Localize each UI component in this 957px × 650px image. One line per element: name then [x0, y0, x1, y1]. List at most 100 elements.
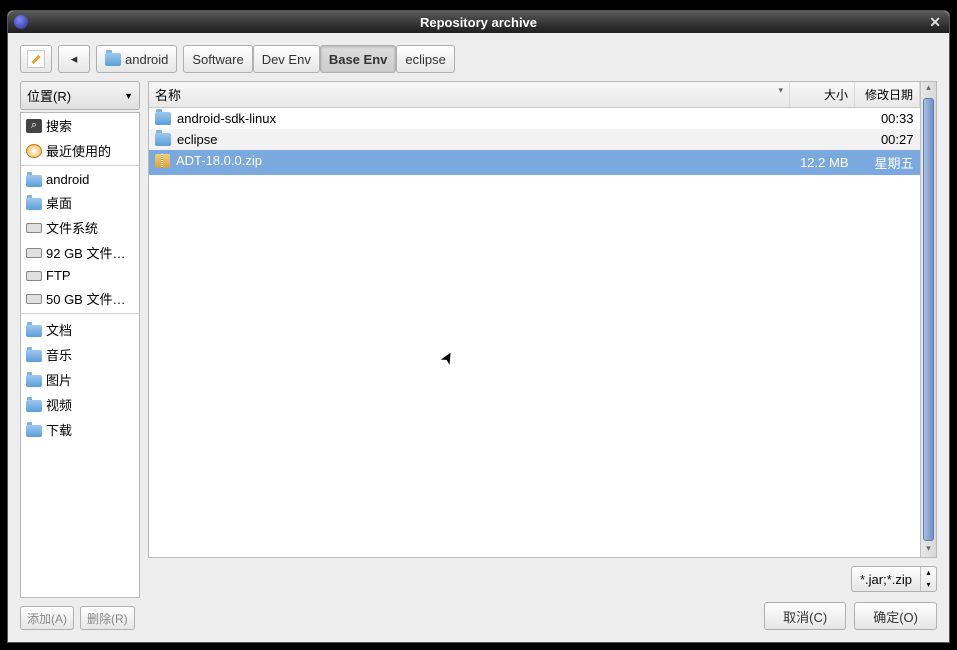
app-icon	[14, 15, 28, 29]
place-item[interactable]: 图片	[21, 367, 139, 392]
place-label: 50 GB 文件…	[46, 289, 125, 308]
file-date: 00:33	[855, 108, 920, 130]
window-title: Repository archive	[420, 15, 537, 30]
filter-spinners: ▴ ▾	[920, 567, 936, 591]
sort-indicator-icon: ▾	[778, 85, 783, 96]
scroll-up-icon[interactable]: ▴	[921, 82, 936, 96]
place-item[interactable]: 50 GB 文件…	[21, 286, 139, 314]
file-scroll[interactable]: 名称 ▾ 大小 修改日期 android-sdk-linux00:33eclip…	[149, 82, 920, 557]
folder-icon	[105, 53, 121, 66]
scroll-thumb[interactable]	[923, 98, 934, 541]
place-item[interactable]: 文档	[21, 317, 139, 342]
file-row[interactable]: android-sdk-linux 00:33	[149, 108, 920, 130]
place-item[interactable]: 音乐	[21, 342, 139, 367]
breadcrumb-root-label: android	[125, 52, 168, 67]
place-item[interactable]: 视频	[21, 392, 139, 417]
column-size[interactable]: 大小	[790, 82, 855, 108]
place-item[interactable]: 最近使用的	[21, 138, 139, 166]
place-item[interactable]: 桌面	[21, 190, 139, 215]
file-pane: 名称 ▾ 大小 修改日期 android-sdk-linux00:33eclip…	[148, 81, 937, 630]
file-name: android-sdk-linux	[177, 111, 276, 126]
file-name: ADT-18.0.0.zip	[176, 153, 262, 168]
place-item[interactable]: 下载	[21, 417, 139, 442]
breadcrumb-segment[interactable]: Dev Env	[253, 45, 320, 73]
pencil-icon	[27, 50, 45, 68]
place-item[interactable]: android	[21, 169, 139, 190]
dialog-content: ◂ android SoftwareDev EnvBase Enveclipse…	[8, 33, 949, 642]
path-toolbar: ◂ android SoftwareDev EnvBase Enveclipse	[20, 45, 937, 73]
places-sidebar: 位置(R) ▼ ⌕ 搜索最近使用的 android 桌面文件系统 92 GB 文件… F…	[20, 81, 140, 630]
place-label: 视频	[46, 395, 72, 414]
place-item[interactable]: 文件系统	[21, 215, 139, 240]
folder-icon	[155, 112, 171, 125]
places-actions: 添加(A) 删除(R)	[20, 606, 140, 630]
close-icon[interactable]: ✕	[929, 14, 941, 31]
breadcrumb-root[interactable]: android	[96, 45, 177, 73]
dialog-window: Repository archive ✕ ◂ android SoftwareD…	[7, 10, 950, 643]
place-label: 桌面	[46, 193, 72, 212]
column-date[interactable]: 修改日期	[855, 82, 920, 108]
breadcrumb-segment[interactable]: Base Env	[320, 45, 397, 73]
spinner-down-icon[interactable]: ▾	[921, 579, 936, 591]
place-label: 搜索	[46, 116, 72, 135]
filetype-filter[interactable]: *.jar;*.zip ▴ ▾	[851, 566, 937, 592]
spinner-up-icon[interactable]: ▴	[921, 567, 936, 579]
breadcrumb-segment[interactable]: Software	[183, 45, 252, 73]
place-label: 92 GB 文件…	[46, 243, 125, 262]
middle-pane: 位置(R) ▼ ⌕ 搜索最近使用的 android 桌面文件系统 92 GB 文件… F…	[20, 81, 937, 630]
folder-icon	[26, 175, 42, 187]
column-name[interactable]: 名称 ▾	[149, 82, 790, 108]
file-row[interactable]: eclipse 00:27	[149, 129, 920, 150]
drive-icon	[26, 248, 42, 258]
breadcrumb-segment[interactable]: eclipse	[396, 45, 454, 73]
search-icon: ⌕	[26, 119, 42, 133]
folder-icon	[26, 400, 42, 412]
back-button[interactable]: ◂	[58, 45, 90, 73]
place-label: FTP	[46, 268, 71, 283]
place-item[interactable]: 92 GB 文件…	[21, 240, 139, 265]
filter-value: *.jar;*.zip	[852, 572, 920, 587]
ok-button[interactable]: 确定(O)	[854, 602, 937, 630]
remove-place-button[interactable]: 删除(R)	[80, 606, 135, 630]
edit-path-button[interactable]	[20, 45, 52, 73]
places-header[interactable]: 位置(R) ▼	[20, 81, 140, 110]
vertical-scrollbar[interactable]: ▴ ▾	[920, 82, 936, 557]
folder-icon	[155, 133, 171, 146]
folder-icon	[26, 350, 42, 362]
places-label: 位置(R)	[27, 86, 71, 105]
place-label: 最近使用的	[46, 141, 111, 160]
place-label: 文件系统	[46, 218, 98, 237]
place-item[interactable]: FTP	[21, 265, 139, 286]
titlebar[interactable]: Repository archive ✕	[8, 11, 949, 33]
folder-icon	[26, 198, 42, 210]
place-label: android	[46, 172, 89, 187]
dialog-buttons: 取消(C) 确定(O)	[148, 602, 937, 630]
file-list: 名称 ▾ 大小 修改日期 android-sdk-linux00:33eclip…	[148, 81, 937, 558]
file-size	[790, 129, 855, 150]
recent-icon	[26, 144, 42, 158]
folder-icon	[26, 375, 42, 387]
add-place-button[interactable]: 添加(A)	[20, 606, 74, 630]
place-label: 下载	[46, 420, 72, 439]
drive-icon	[26, 223, 42, 233]
scroll-down-icon[interactable]: ▾	[921, 543, 936, 557]
file-size	[790, 108, 855, 130]
folder-icon	[26, 425, 42, 437]
drive-icon	[26, 294, 42, 304]
file-date: 星期五	[855, 150, 920, 175]
drive-icon	[26, 271, 42, 281]
archive-icon	[155, 154, 170, 168]
place-item[interactable]: ⌕ 搜索	[21, 113, 139, 138]
folder-icon	[26, 325, 42, 337]
filter-row: *.jar;*.zip ▴ ▾	[148, 566, 937, 592]
cancel-button[interactable]: 取消(C)	[764, 602, 846, 630]
places-list[interactable]: ⌕ 搜索最近使用的 android 桌面文件系统 92 GB 文件… FTP 50 GB …	[20, 112, 140, 598]
chevron-left-icon: ◂	[71, 51, 78, 67]
file-size: 12.2 MB	[790, 150, 855, 175]
file-row[interactable]: ADT-18.0.0.zip 12.2 MB星期五	[149, 150, 920, 175]
file-date: 00:27	[855, 129, 920, 150]
file-table: 名称 ▾ 大小 修改日期 android-sdk-linux00:33eclip…	[149, 82, 920, 175]
file-name: eclipse	[177, 132, 217, 147]
chevron-down-icon: ▼	[124, 91, 133, 101]
place-label: 文档	[46, 320, 72, 339]
